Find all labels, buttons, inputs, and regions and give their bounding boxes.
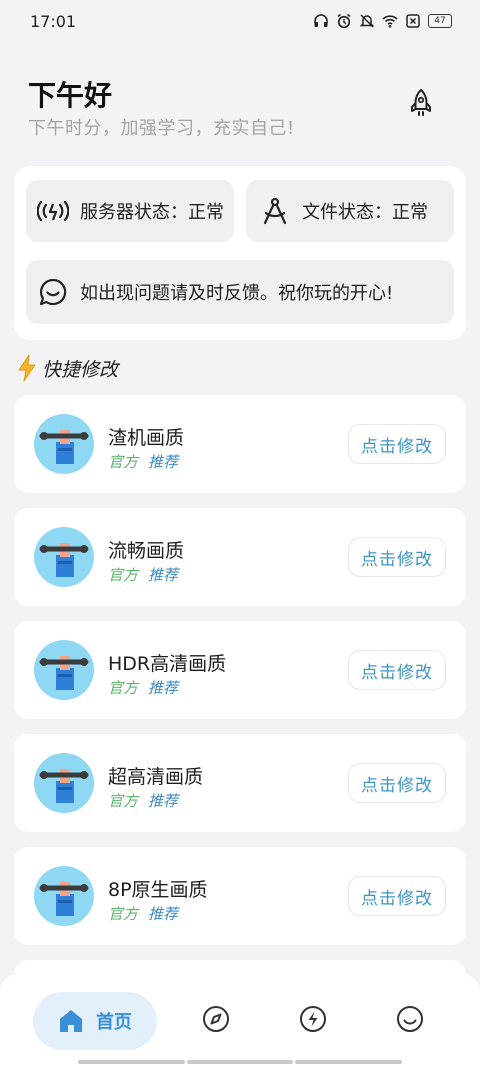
smile-icon [397, 1006, 423, 1032]
signal-broadcast-icon [36, 194, 70, 228]
compass-icon [203, 1006, 229, 1032]
wrench-tools-icon [34, 866, 94, 926]
item-tags: 官方 推荐 [108, 451, 178, 472]
tag-recommend: 推荐 [148, 453, 179, 471]
tag-recommend: 推荐 [148, 566, 179, 584]
item-title: HDR高清画质 [108, 653, 227, 675]
tag-official: 官方 [108, 453, 139, 471]
sim-blocked-icon [406, 14, 420, 28]
modify-button[interactable]: 点击修改 [348, 876, 446, 916]
home-icon [60, 1010, 82, 1032]
tag-recommend: 推荐 [148, 792, 179, 810]
lightning-icon [300, 1006, 326, 1032]
rocket-button[interactable] [404, 86, 438, 120]
list-item: 超高清画质 官方 推荐 点击修改 [14, 734, 466, 832]
tag-official: 官方 [108, 679, 139, 697]
chat-icon [36, 275, 70, 309]
section-title-text: 快捷修改 [42, 358, 119, 381]
compass-drafting-icon [258, 194, 292, 228]
tag-official: 官方 [108, 792, 139, 810]
page-subtitle: 下午时分，加强学习，充实自己! [28, 118, 295, 139]
file-status-pill: 文件状态：正常 [246, 180, 454, 242]
lightning-bolt-icon [18, 354, 36, 382]
battery-icon: 47 [428, 14, 452, 28]
nav-quick-tab[interactable] [298, 1004, 328, 1034]
item-title: 渣机画质 [108, 427, 185, 449]
status-time: 17:01 [30, 11, 77, 31]
modify-button[interactable]: 点击修改 [348, 650, 446, 690]
tag-recommend: 推荐 [148, 905, 179, 923]
feedback-pill[interactable]: 如出现问题请及时反馈。祝你玩的开心! [26, 260, 454, 324]
nav-discover-tab[interactable] [201, 1004, 231, 1034]
server-status-pill: 服务器状态：正常 [26, 180, 234, 242]
modify-button[interactable]: 点击修改 [348, 763, 446, 803]
tag-official: 官方 [108, 905, 139, 923]
home-indicator [78, 1060, 403, 1064]
tag-recommend: 推荐 [148, 679, 179, 697]
page-title: 下午好 [28, 79, 113, 112]
item-tags: 官方 推荐 [108, 677, 178, 698]
wifi-icon [382, 15, 398, 28]
list-item: 流畅画质 官方 推荐 点击修改 [14, 508, 466, 606]
modify-button[interactable]: 点击修改 [348, 537, 446, 577]
alarm-icon [337, 13, 351, 29]
file-status-text: 文件状态：正常 [302, 202, 428, 223]
list-item: 8P原生画质 官方 推荐 点击修改 [14, 847, 466, 945]
list-item: HDR高清画质 官方 推荐 点击修改 [14, 621, 466, 719]
section-title: 快捷修改 [16, 352, 118, 384]
item-title: 流畅画质 [108, 540, 185, 562]
status-icons: 47 [313, 13, 452, 29]
nav-home-tab[interactable]: 首页 [33, 992, 157, 1050]
rocket-icon [411, 89, 431, 116]
wrench-tools-icon [34, 414, 94, 474]
wrench-tools-icon [34, 753, 94, 813]
nav-profile-tab[interactable] [395, 1004, 425, 1034]
item-title: 8P原生画质 [108, 879, 208, 901]
item-tags: 官方 推荐 [108, 790, 178, 811]
mute-icon [359, 14, 375, 28]
status-card: 服务器状态：正常 文件状态：正常 如出现问题请及时反馈。祝你玩的开心! [14, 166, 466, 340]
headphones-icon [314, 14, 328, 27]
list-item: 渣机画质 官方 推荐 点击修改 [14, 395, 466, 493]
nav-home-label: 首页 [96, 1012, 132, 1033]
bottom-nav: 首页 [0, 974, 480, 1066]
wrench-tools-icon [34, 640, 94, 700]
item-tags: 官方 推荐 [108, 564, 178, 585]
item-title: 超高清画质 [108, 766, 204, 788]
wrench-tools-icon [34, 527, 94, 587]
tag-official: 官方 [108, 566, 139, 584]
status-bar: 17:01 47 [0, 0, 480, 42]
modify-button[interactable]: 点击修改 [348, 424, 446, 464]
item-tags: 官方 推荐 [108, 903, 178, 924]
feedback-text: 如出现问题请及时反馈。祝你玩的开心! [80, 283, 394, 304]
server-status-text: 服务器状态：正常 [80, 202, 224, 223]
